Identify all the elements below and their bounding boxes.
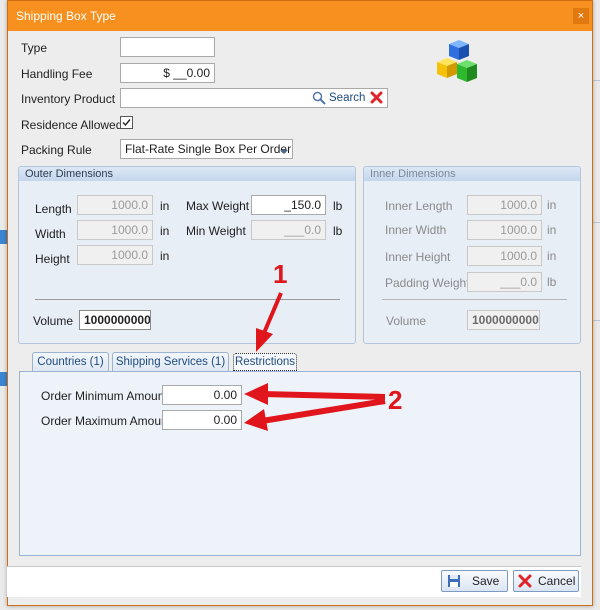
arrow-1-head	[256, 328, 273, 352]
arrow-2-upper-head	[244, 383, 268, 405]
arrow-2-lower-head	[244, 409, 268, 431]
annotation-arrows	[244, 292, 386, 431]
arrow-2-upper	[261, 391, 386, 400]
annotation-marker-1: 1	[273, 259, 288, 289]
arrow-2-lower	[261, 398, 386, 424]
annotation-marker-2: 2	[388, 385, 403, 415]
arrow-1	[262, 292, 283, 334]
